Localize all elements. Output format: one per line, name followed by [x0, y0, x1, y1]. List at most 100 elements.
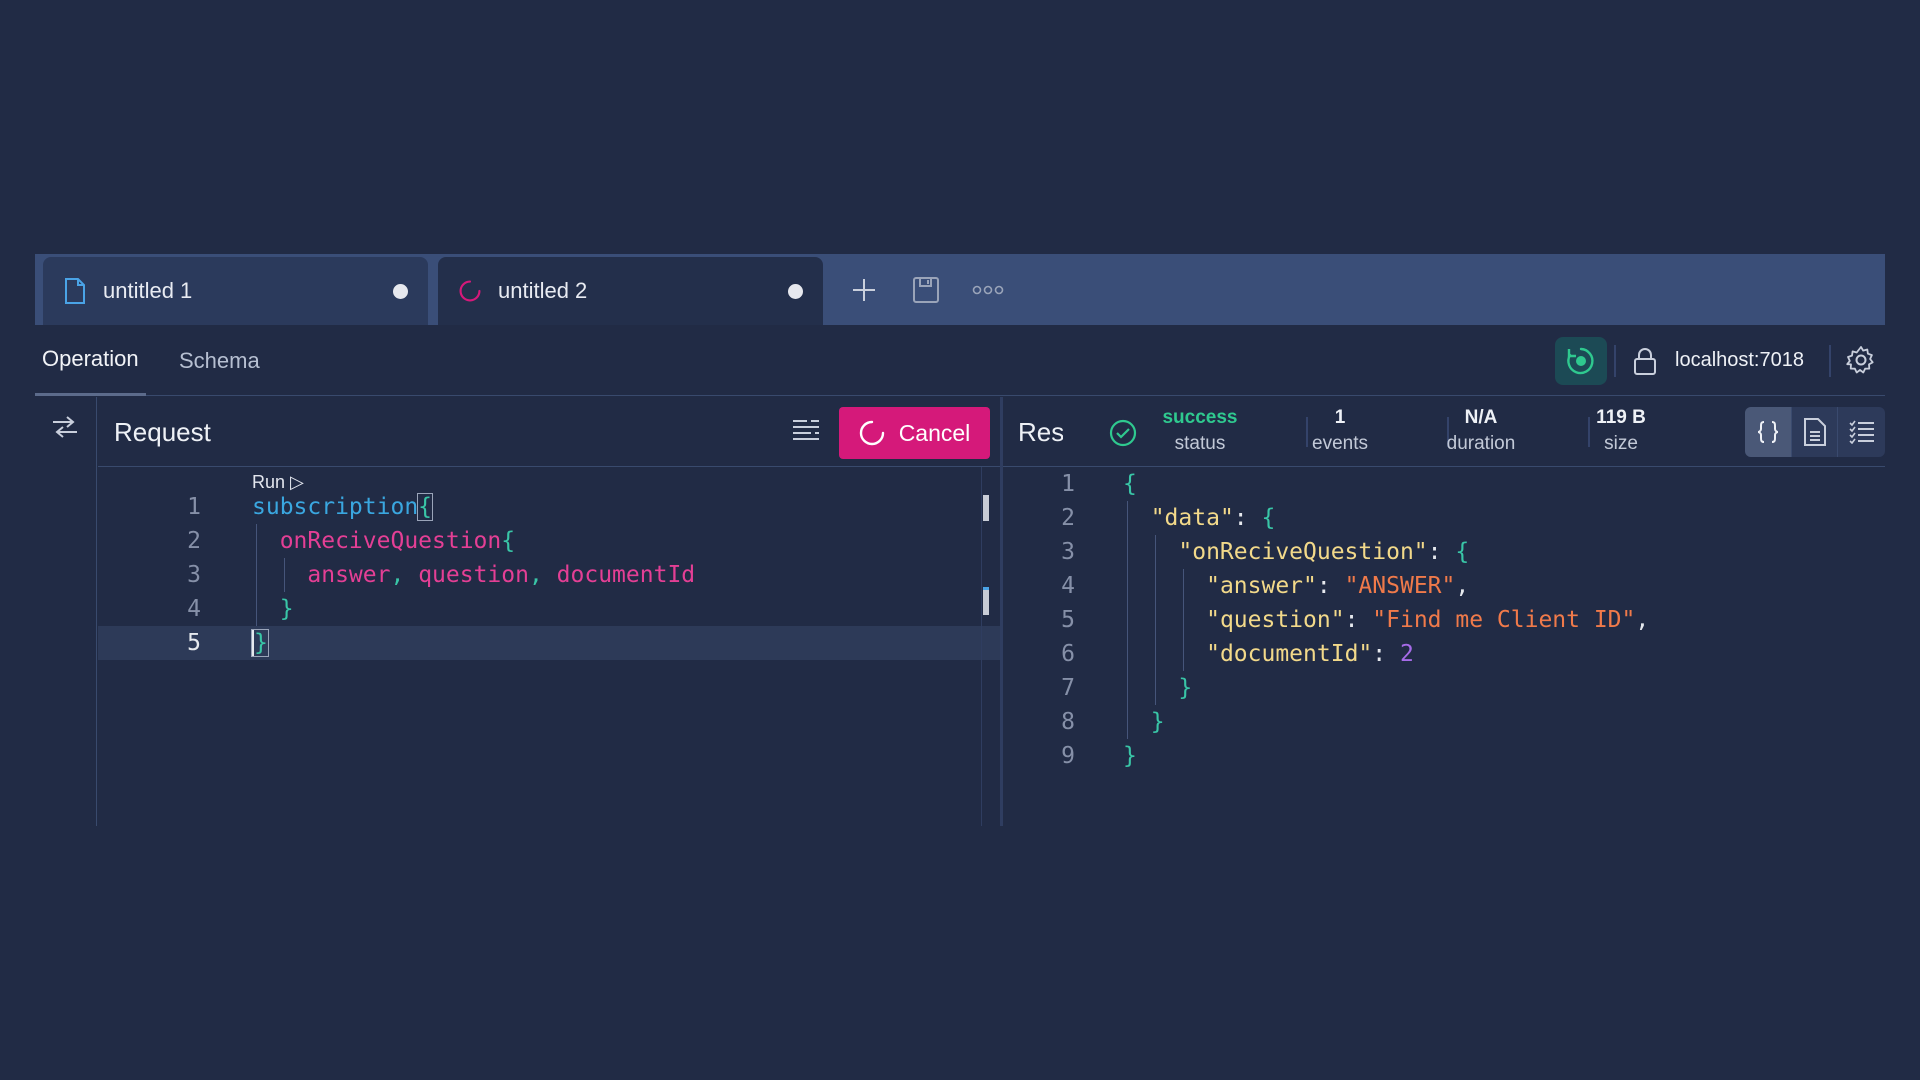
line-number: 7	[1061, 675, 1075, 701]
response-view-switcher	[1745, 407, 1885, 457]
events-label: events	[1312, 433, 1368, 454]
lock-icon[interactable]	[1630, 345, 1660, 377]
request-panel-header: Request Cancel	[98, 397, 1000, 467]
tab-untitled-2[interactable]: untitled 2	[438, 257, 823, 325]
code-text: "documentId": 2	[1206, 641, 1414, 667]
code-line-current: 5 }	[98, 626, 1000, 660]
line-number: 2	[1061, 505, 1075, 531]
code-text: answer, question, documentId	[252, 562, 696, 588]
line-number: 9	[1061, 743, 1075, 769]
connection-status-button[interactable]	[1555, 337, 1607, 385]
tab-operation[interactable]: Operation	[35, 325, 146, 396]
tab-schema-label: Schema	[179, 347, 260, 373]
editor-scrollbar-track[interactable]	[981, 467, 982, 826]
save-icon[interactable]	[908, 272, 944, 308]
code-text: "onReciveQuestion": {	[1178, 539, 1470, 565]
unsaved-dot-icon[interactable]	[393, 283, 408, 299]
code-line: 4 }	[98, 592, 1000, 626]
code-text: subscription{	[252, 493, 434, 521]
document-view-icon[interactable]	[1792, 407, 1839, 457]
indent-guide	[284, 558, 285, 592]
code-text: {	[1123, 471, 1137, 497]
size-stat: 119 B size	[1566, 405, 1676, 457]
line-number: 3	[1061, 539, 1075, 565]
line-number: 5	[187, 630, 201, 656]
response-line: 9 }	[1003, 739, 1885, 773]
workspace-header: Operation Schema localhost:7018	[35, 325, 1885, 396]
document-tab-strip: untitled 1 untitled 2	[35, 254, 1885, 325]
indent-guide	[1127, 501, 1128, 739]
duration-label: duration	[1446, 433, 1516, 454]
response-panel-header: Response success status 1 events N/A dur…	[1003, 397, 1885, 467]
format-icon[interactable]	[788, 413, 824, 449]
toggle-panels-icon[interactable]	[47, 409, 83, 445]
divider	[1829, 345, 1831, 377]
cancel-button-label: Cancel	[898, 419, 971, 446]
app-window: untitled 1 untitled 2 Operation Schema l…	[35, 254, 1885, 826]
events-value: 1	[1334, 407, 1346, 428]
tab-label: untitled 1	[103, 278, 193, 303]
response-line: 2 "data": {	[1003, 501, 1885, 535]
response-line: 1 {	[1003, 467, 1885, 501]
response-title: Response	[1018, 416, 1063, 447]
refresh-connected-icon	[1567, 347, 1594, 375]
status-value: success	[1162, 407, 1238, 428]
scrollbar-marker	[983, 587, 989, 615]
new-tab-button[interactable]	[846, 272, 882, 308]
list-view-icon[interactable]	[1838, 407, 1885, 457]
line-number: 6	[1061, 641, 1075, 667]
code-line: 2 onReciveQuestion{	[98, 524, 1000, 558]
unsaved-dot-icon[interactable]	[788, 283, 803, 299]
response-line: 8 }	[1003, 705, 1885, 739]
tab-operation-label: Operation	[42, 346, 139, 371]
duration-stat: N/A duration	[1426, 405, 1536, 457]
line-number: 1	[1061, 471, 1075, 497]
code-text: "question": "Find me Client ID",	[1206, 607, 1650, 633]
tab-schema[interactable]: Schema	[179, 325, 260, 396]
code-text: "data": {	[1150, 505, 1276, 531]
response-line: 5 "question": "Find me Client ID",	[1003, 603, 1885, 637]
line-number: 8	[1061, 709, 1075, 735]
status-label: status	[1174, 433, 1226, 454]
tab-untitled-1[interactable]: untitled 1	[43, 257, 428, 325]
line-number: 1	[187, 494, 201, 520]
line-number: 3	[187, 562, 201, 588]
indent-guide	[1155, 535, 1156, 705]
size-value: 119 B	[1596, 407, 1646, 428]
request-editor[interactable]: Run ▷ 1 subscription{ 2 onReciveQuestion…	[98, 467, 1000, 826]
file-icon	[63, 277, 87, 305]
line-number: 4	[1061, 573, 1075, 599]
more-options-icon[interactable]	[970, 272, 1006, 308]
tab-label: untitled 2	[498, 278, 588, 303]
code-line: 1 subscription{	[98, 490, 1000, 524]
success-check-icon	[1109, 419, 1137, 447]
response-line: 6 "documentId": 2	[1003, 637, 1885, 671]
duration-value: N/A	[1464, 407, 1498, 428]
response-line: 4 "answer": "ANSWER",	[1003, 569, 1885, 603]
gear-icon[interactable]	[1845, 344, 1877, 376]
line-number: 2	[187, 528, 201, 554]
endpoint-host[interactable]: localhost:7018	[1675, 325, 1804, 396]
left-rail	[35, 397, 97, 826]
loading-spinner-icon	[859, 420, 884, 446]
line-number: 4	[187, 596, 201, 622]
line-number: 5	[1061, 607, 1075, 633]
events-stat: 1 events	[1285, 405, 1395, 457]
indent-guide	[1183, 569, 1184, 671]
status-stat: success status	[1145, 405, 1255, 457]
code-text: }	[251, 629, 269, 657]
loading-spinner-icon	[458, 277, 482, 305]
code-text: }	[1123, 743, 1137, 769]
code-text: }	[1123, 709, 1165, 735]
request-title: Request	[114, 416, 211, 447]
code-text: "answer": "ANSWER",	[1206, 573, 1470, 599]
json-view-icon[interactable]	[1745, 407, 1792, 457]
code-text: }	[1123, 675, 1193, 701]
response-viewer[interactable]: 1 { 2 "data": { 3 "onReciveQuestion": { …	[1003, 467, 1885, 826]
code-text: onReciveQuestion{	[252, 528, 516, 554]
divider	[1614, 345, 1616, 377]
cancel-button[interactable]: Cancel	[839, 407, 990, 459]
response-line: 7 }	[1003, 671, 1885, 705]
size-label: size	[1604, 433, 1638, 454]
response-line: 3 "onReciveQuestion": {	[1003, 535, 1885, 569]
